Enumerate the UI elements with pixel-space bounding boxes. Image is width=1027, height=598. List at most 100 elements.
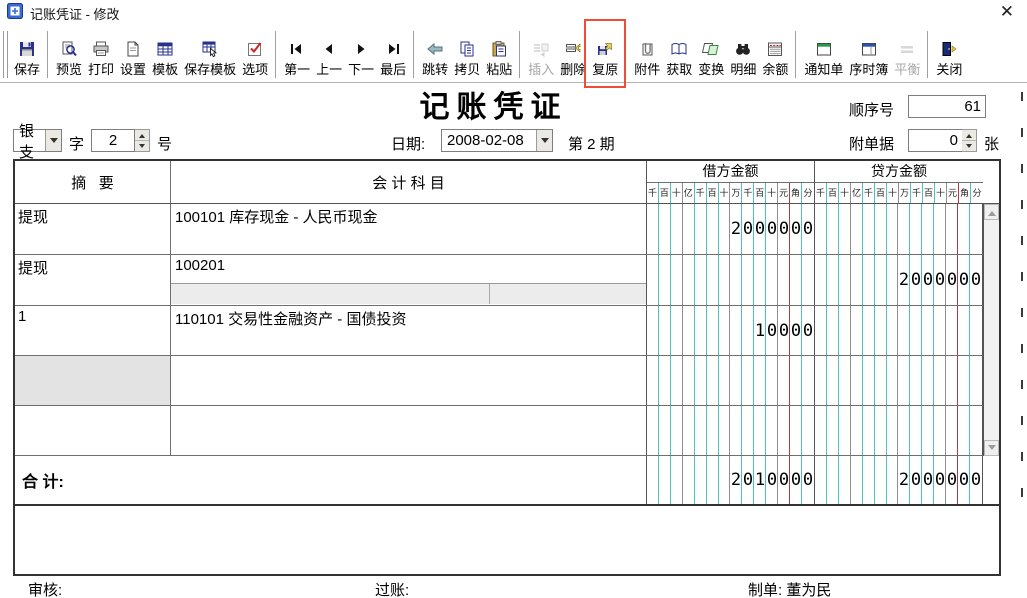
digit-header: 亿 bbox=[683, 183, 695, 204]
toolbar-button-last[interactable]: 最后 bbox=[377, 28, 409, 80]
toolbar-button-label: 最后 bbox=[380, 59, 406, 78]
toolbar-button-preview[interactable]: 预览 bbox=[53, 28, 85, 80]
toolbar-button-transform[interactable]: 变换 bbox=[695, 28, 727, 80]
date-select[interactable]: 2008-02-08 bbox=[441, 129, 553, 152]
spin-up-icon[interactable] bbox=[135, 130, 149, 141]
spin-down-icon[interactable] bbox=[135, 141, 149, 151]
digit-column bbox=[719, 255, 731, 305]
debit-cell[interactable] bbox=[647, 406, 815, 455]
digit-column bbox=[754, 406, 766, 455]
spin-up-icon[interactable] bbox=[962, 130, 976, 141]
digit-column bbox=[707, 255, 719, 305]
total-debit-amount: 2010000 bbox=[647, 456, 814, 504]
toolbar-button-delete[interactable]: 删除 bbox=[557, 28, 589, 80]
toolbar-button-label: 拷贝 bbox=[454, 59, 480, 78]
summary-cell[interactable]: 提现 bbox=[15, 204, 171, 254]
spin-down-icon[interactable] bbox=[962, 141, 976, 151]
close-icon bbox=[940, 38, 958, 59]
credit-cell[interactable]: 2000000 bbox=[815, 255, 983, 305]
chevron-down-icon[interactable] bbox=[45, 130, 61, 151]
word-label: 字 bbox=[69, 133, 84, 154]
toolbar-button-journal[interactable]: 序时簿 bbox=[846, 28, 891, 80]
toolbar-button-copy[interactable]: 拷贝 bbox=[451, 28, 483, 80]
summary-cell[interactable]: 1 bbox=[15, 306, 171, 355]
paste-icon bbox=[490, 38, 508, 59]
page-setup-icon bbox=[124, 38, 142, 59]
attach-stepper[interactable] bbox=[962, 129, 977, 152]
debit-cell[interactable]: 2000000 bbox=[647, 204, 815, 254]
scroll-up-button[interactable] bbox=[984, 204, 999, 220]
digit-column bbox=[934, 406, 946, 455]
voucher-word-select[interactable]: 银支 bbox=[13, 129, 62, 152]
date-value: 2008-02-08 bbox=[442, 132, 536, 149]
toolbar-button-detail[interactable]: 明细 bbox=[727, 28, 759, 80]
account-cell[interactable] bbox=[171, 356, 647, 405]
digit-column bbox=[863, 306, 875, 355]
toolbar-button-next[interactable]: 下一 bbox=[345, 28, 377, 80]
arrow-down-icon bbox=[988, 445, 996, 454]
toolbar-button-save[interactable]: 保存 bbox=[11, 28, 43, 80]
toolbar-button-first[interactable]: 第一 bbox=[281, 28, 313, 80]
debit-cell[interactable] bbox=[647, 255, 815, 305]
toolbar-button-notice[interactable]: 通知单 bbox=[801, 28, 846, 80]
toolbar-button-balance[interactable]: 余额 bbox=[759, 28, 791, 80]
voucher-footer-box bbox=[13, 506, 1001, 576]
toolbar-button-options[interactable]: 选项 bbox=[239, 28, 271, 80]
digit-column bbox=[778, 356, 790, 405]
edit-segment[interactable] bbox=[171, 284, 490, 304]
close-icon[interactable]: ✕ bbox=[1000, 1, 1014, 23]
toolbar-button-restore[interactable]: 复原 bbox=[589, 28, 621, 80]
toolbar-button-save-template[interactable]: 保存模板 bbox=[181, 28, 239, 80]
save-template-icon bbox=[201, 38, 219, 59]
credit-cell[interactable] bbox=[815, 306, 983, 355]
restore-icon bbox=[596, 38, 614, 59]
debit-cell[interactable] bbox=[647, 356, 815, 405]
account-cell[interactable]: 100101 库存现金 - 人民币现金 bbox=[171, 204, 647, 254]
save-icon bbox=[18, 38, 36, 59]
toolbar-button-get[interactable]: 获取 bbox=[663, 28, 695, 80]
vertical-scrollbar[interactable] bbox=[983, 204, 999, 456]
voucher-number-stepper[interactable] bbox=[135, 129, 150, 152]
digit-column bbox=[851, 406, 863, 455]
debit-amount: 10000 bbox=[647, 306, 814, 355]
inline-edit-bar[interactable] bbox=[171, 283, 646, 304]
toolbar-button-paste[interactable]: 粘贴 bbox=[483, 28, 515, 80]
voucher-number-field[interactable]: 2 bbox=[91, 129, 135, 152]
toolbar-button-close[interactable]: 关闭 bbox=[933, 28, 965, 80]
credit-cell[interactable] bbox=[815, 204, 983, 254]
digit-column bbox=[659, 356, 671, 405]
toolbar: 保存预览打印设置模板保存模板选项第一上一下一最后跳转拷贝粘贴插入删除复原附件获取… bbox=[0, 26, 1027, 83]
edit-segment[interactable] bbox=[490, 284, 646, 304]
summary-cell[interactable]: 提现 bbox=[15, 255, 171, 305]
toolbar-button-jump[interactable]: 跳转 bbox=[419, 28, 451, 80]
credit-cell[interactable] bbox=[815, 406, 983, 455]
toolbar-separator bbox=[927, 31, 929, 78]
toolbar-button-label: 模板 bbox=[152, 59, 178, 78]
toolbar-button-print[interactable]: 打印 bbox=[85, 28, 117, 80]
digit-column bbox=[839, 306, 851, 355]
journal-icon bbox=[860, 38, 878, 59]
toolbar-button-page-setup[interactable]: 设置 bbox=[117, 28, 149, 80]
digit-column bbox=[910, 356, 922, 405]
scroll-down-button[interactable] bbox=[984, 440, 999, 456]
chevron-down-icon[interactable] bbox=[536, 130, 552, 151]
toolbar-button-template[interactable]: 模板 bbox=[149, 28, 181, 80]
digit-column bbox=[958, 204, 970, 254]
attach-field[interactable]: 0 bbox=[908, 129, 963, 152]
account-cell[interactable]: 100201 bbox=[171, 255, 647, 305]
summary-cell[interactable] bbox=[15, 406, 171, 455]
credit-cell[interactable] bbox=[815, 356, 983, 405]
debit-cell[interactable]: 10000 bbox=[647, 306, 815, 355]
digit-header: 千 bbox=[647, 183, 659, 204]
toolbar-button-label: 附件 bbox=[634, 59, 660, 78]
digit-column bbox=[671, 356, 683, 405]
serial-field[interactable]: 61 bbox=[908, 95, 986, 118]
digit-header: 亿 bbox=[851, 183, 863, 204]
account-cell[interactable]: 110101 交易性金融资产 - 国债投资 bbox=[171, 306, 647, 355]
debit-header: 借方金额 bbox=[647, 161, 814, 182]
summary-cell[interactable] bbox=[15, 356, 171, 405]
toolbar-button-prev[interactable]: 上一 bbox=[313, 28, 345, 80]
digit-header: 千 bbox=[911, 183, 923, 204]
toolbar-button-attachment[interactable]: 附件 bbox=[631, 28, 663, 80]
account-cell[interactable] bbox=[171, 406, 647, 455]
